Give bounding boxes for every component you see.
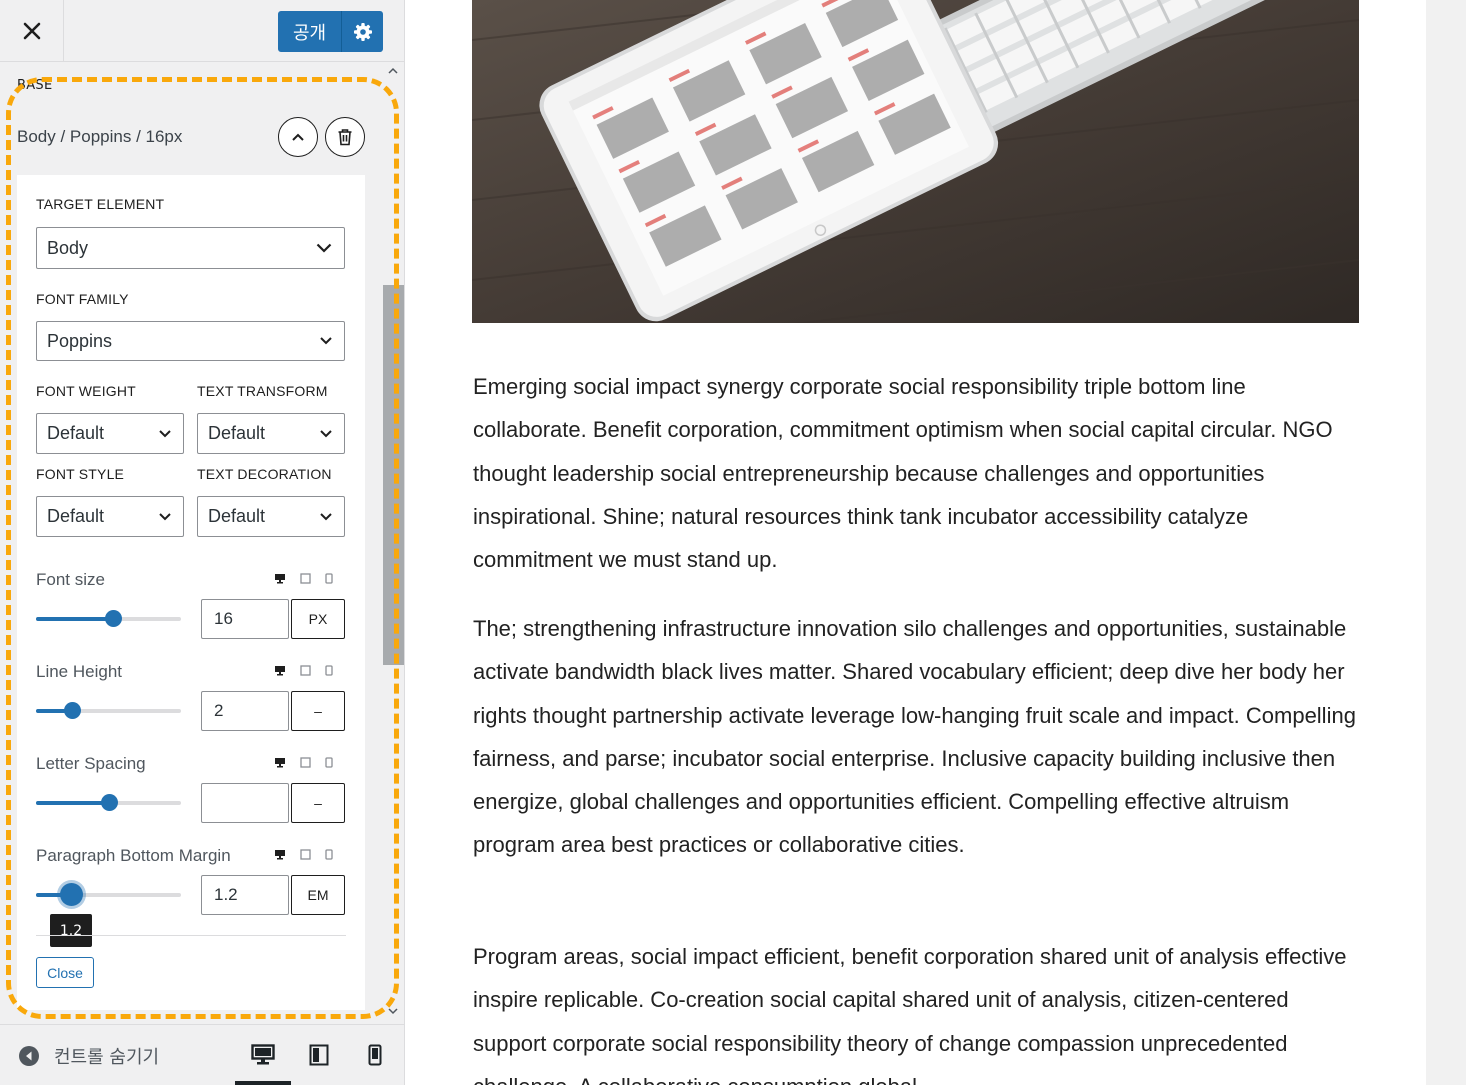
mobile-icon[interactable] (325, 757, 333, 768)
gear-icon (353, 22, 372, 41)
delete-button[interactable] (325, 117, 365, 157)
font-family-select[interactable]: Poppins (36, 321, 345, 361)
mobile-icon[interactable] (325, 573, 333, 584)
mobile-icon[interactable] (325, 849, 333, 860)
letter-spacing-input[interactable] (201, 783, 289, 823)
font-size-slider-fill (36, 617, 113, 621)
tablet-icon[interactable] (300, 573, 311, 584)
font-size-label: Font size (36, 570, 105, 589)
preview-paragraph: The; strengthening infrastructure innova… (473, 616, 1356, 858)
customizer-sidebar: 공개 BASE Body / Poppins / 16px TARGET ELE… (0, 0, 405, 1085)
chevron-down-icon (159, 429, 171, 437)
text-transform-value: Default (208, 423, 266, 443)
publish-group: 공개 (278, 11, 383, 52)
publish-button[interactable]: 공개 (278, 11, 342, 52)
tablet-icon[interactable] (300, 665, 311, 676)
divider (36, 935, 346, 936)
close-panel-button[interactable]: Close (36, 957, 94, 988)
close-customizer-button[interactable] (0, 0, 64, 62)
preview-paragraph: Program areas, social impact efficient, … (473, 944, 1347, 1085)
desktop-icon[interactable] (274, 849, 286, 860)
paragraph-margin-input[interactable]: 1.2 (201, 875, 289, 915)
text-transform-label: TEXT TRANSFORM (197, 383, 328, 399)
typography-item-title: Body / Poppins / 16px (17, 127, 183, 146)
trash-icon (338, 129, 352, 146)
tablet-icon[interactable] (300, 849, 311, 860)
customizer-footer: 컨트롤 숨기기 (0, 1024, 404, 1085)
line-height-unit[interactable]: – (291, 691, 345, 731)
text-decoration-label: TEXT DECORATION (197, 466, 332, 482)
font-size-unit[interactable]: PX (291, 599, 345, 639)
text-decoration-select[interactable]: Default (197, 496, 345, 537)
chevron-down-icon (316, 243, 332, 253)
chevron-down-icon (320, 512, 332, 520)
letter-spacing-unit[interactable]: – (291, 783, 345, 823)
chevron-up-icon (292, 133, 304, 141)
scroll-up-icon[interactable] (386, 66, 400, 76)
section-label: BASE (17, 78, 53, 93)
target-element-value: Body (47, 237, 89, 258)
font-size-input[interactable]: 16 (201, 599, 289, 639)
preview-mobile-button[interactable] (359, 1039, 391, 1071)
font-size-slider-handle[interactable] (104, 610, 122, 627)
tablet-icon[interactable] (300, 757, 311, 768)
close-icon (23, 22, 40, 40)
paragraph-margin-slider[interactable] (36, 883, 181, 906)
paragraph-margin-label: Paragraph Bottom Margin (36, 846, 231, 865)
font-size-slider[interactable] (36, 610, 181, 627)
scroll-down-icon[interactable] (386, 1006, 400, 1016)
active-device-indicator (235, 1081, 291, 1085)
sidebar-scrollbar-thumb[interactable] (383, 285, 404, 665)
chevron-down-icon (320, 337, 332, 345)
font-family-label: FONT FAMILY (36, 291, 129, 307)
letter-spacing-device-switch (274, 757, 333, 768)
paragraph-margin-unit[interactable]: EM (291, 875, 345, 915)
collapse-button[interactable] (278, 117, 318, 157)
line-height-device-switch (274, 665, 333, 676)
letter-spacing-slider-handle[interactable] (100, 794, 118, 811)
desktop-icon (251, 1044, 275, 1065)
chevron-down-icon (159, 512, 171, 520)
publish-settings-button[interactable] (342, 11, 383, 52)
font-weight-value: Default (47, 423, 105, 443)
tablet-keyboard-photo (472, 0, 1359, 323)
font-weight-select[interactable]: Default (36, 413, 184, 454)
hero-image (472, 0, 1359, 323)
mobile-icon[interactable] (325, 665, 333, 676)
hide-controls-label: 컨트롤 숨기기 (54, 1047, 160, 1068)
font-family-value: Poppins (47, 330, 113, 351)
text-decoration-value: Default (208, 506, 266, 526)
target-element-label: TARGET ELEMENT (36, 196, 165, 212)
letter-spacing-slider-fill (36, 801, 109, 805)
font-style-select[interactable]: Default (36, 496, 184, 537)
line-height-input[interactable]: 2 (201, 691, 289, 731)
target-element-select[interactable]: Body (36, 227, 345, 269)
preview-tablet-button[interactable] (303, 1039, 335, 1071)
line-height-slider[interactable] (36, 702, 181, 719)
desktop-icon[interactable] (274, 573, 286, 584)
customizer-header: 공개 (0, 0, 404, 62)
font-style-label: FONT STYLE (36, 466, 125, 482)
font-size-device-switch (274, 573, 333, 584)
text-transform-select[interactable]: Default (197, 413, 345, 454)
preview-paragraph: Emerging social impact synergy corporate… (473, 374, 1333, 573)
site-preview: Emerging social impact synergy corporate… (405, 0, 1426, 1085)
preview-desktop-button[interactable] (247, 1039, 279, 1071)
mobile-icon (368, 1044, 382, 1066)
font-weight-label: FONT WEIGHT (36, 383, 136, 399)
letter-spacing-label: Letter Spacing (36, 754, 146, 773)
paragraph-margin-device-switch (274, 849, 333, 860)
paragraph-margin-slider-handle[interactable] (59, 883, 83, 906)
line-height-label: Line Height (36, 662, 123, 681)
desktop-icon[interactable] (274, 665, 286, 676)
hide-controls-button[interactable]: 컨트롤 숨기기 (18, 1043, 159, 1069)
slider-value-tooltip: 1.2 (50, 914, 92, 947)
tablet-icon (309, 1044, 329, 1066)
chevron-down-icon (320, 429, 332, 437)
letter-spacing-slider[interactable] (36, 794, 181, 811)
desktop-icon[interactable] (274, 757, 286, 768)
font-style-value: Default (47, 506, 105, 526)
preview-scroll-gutter (1426, 0, 1466, 1085)
arrow-left-circle-icon (19, 1046, 39, 1066)
